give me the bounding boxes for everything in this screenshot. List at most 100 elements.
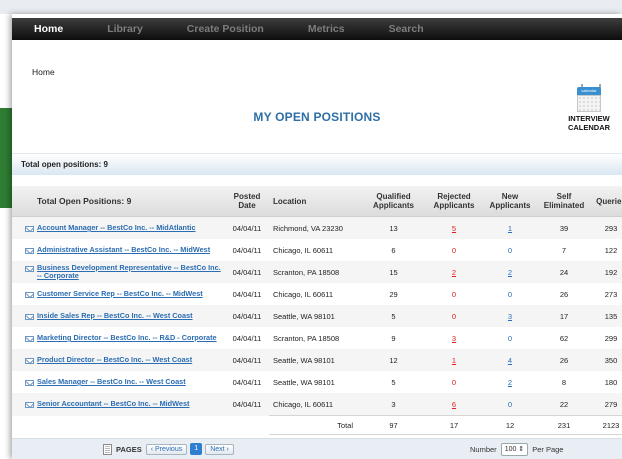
- self-eliminated-cell: 17: [538, 305, 590, 327]
- new-applicants-cell[interactable]: 4: [482, 349, 538, 371]
- totals-row: Total 97 17 12 231 2123: [12, 415, 622, 435]
- col-header-self-eliminated[interactable]: Self Eliminated: [538, 186, 590, 217]
- nav-metrics[interactable]: Metrics: [286, 18, 367, 40]
- new-applicants-cell[interactable]: 2: [482, 371, 538, 393]
- self-eliminated-cell: 62: [538, 327, 590, 349]
- posted-date-cell: 04/04/11: [225, 305, 269, 327]
- rejected-cell: 0: [426, 305, 482, 327]
- col-header-qualified[interactable]: Qualified Applicants: [361, 186, 426, 217]
- envelope-icon[interactable]: [25, 226, 34, 232]
- envelope-icon[interactable]: [25, 358, 34, 364]
- qualified-cell: 5: [361, 305, 426, 327]
- rejected-cell[interactable]: 2: [426, 261, 482, 283]
- total-queries: 2123: [590, 415, 622, 435]
- nav-create-position[interactable]: Create Position: [165, 18, 286, 40]
- location-cell: Seattle, WA 98101: [269, 371, 361, 393]
- interview-calendar-button[interactable]: calendar INTERVIEW CALENDAR: [564, 84, 614, 132]
- rejected-cell: 0: [426, 239, 482, 261]
- envelope-icon[interactable]: [25, 266, 34, 272]
- envelope-icon[interactable]: [25, 292, 34, 298]
- calendar-label-line2: CALENDAR: [567, 123, 611, 132]
- calendar-icon-header: calendar: [577, 87, 601, 95]
- col-header-new[interactable]: New Applicants: [482, 186, 538, 217]
- envelope-icon[interactable]: [25, 380, 34, 386]
- posted-date-cell: 04/04/11: [225, 283, 269, 305]
- col-header-text: Self: [556, 192, 572, 201]
- per-page-value: 100: [504, 446, 517, 453]
- position-link[interactable]: Senior Accountant -- BestCo Inc. -- MidW…: [37, 400, 189, 408]
- next-page-button[interactable]: Next ›: [205, 443, 234, 455]
- posted-date-cell: 04/04/11: [225, 371, 269, 393]
- nav-home[interactable]: Home: [12, 18, 85, 40]
- table-header-row: Total Open Positions: 9 Posted Date Locat…: [12, 186, 622, 217]
- new-applicants-cell: 0: [482, 283, 538, 305]
- col-header-positions: Total Open Positions: 9: [12, 186, 225, 217]
- total-self-eliminated: 231: [538, 415, 590, 435]
- location-cell: Richmond, VA 23230: [269, 216, 361, 239]
- col-header-rejected[interactable]: Rejected Applicants: [426, 186, 482, 217]
- self-eliminated-cell: 22: [538, 393, 590, 416]
- position-link[interactable]: Sales Manager -- BestCo Inc. -- West Coa…: [37, 378, 186, 386]
- envelope-icon[interactable]: [25, 336, 34, 342]
- self-eliminated-cell: 39: [538, 216, 590, 239]
- col-header-location[interactable]: Location: [269, 186, 361, 217]
- position-cell: Sales Manager -- BestCo Inc. -- West Coa…: [12, 371, 225, 393]
- envelope-icon[interactable]: [25, 402, 34, 409]
- envelope-icon[interactable]: [25, 314, 34, 320]
- position-link[interactable]: Account Manager -- BestCo Inc. -- MidAtl…: [37, 224, 196, 232]
- qualified-cell: 3: [361, 393, 426, 416]
- pages-icon: [103, 443, 112, 455]
- qualified-cell: 13: [361, 216, 426, 239]
- number-label: Number: [470, 445, 497, 454]
- table-row: Inside Sales Rep -- BestCo Inc. -- West …: [12, 305, 622, 327]
- col-header-text: Applicants: [373, 201, 414, 210]
- position-link[interactable]: Business Development Representative -- B…: [37, 264, 225, 280]
- pages-label: PAGES: [116, 444, 142, 454]
- open-positions-summary: Total open positions: 9: [12, 153, 622, 175]
- nav-library[interactable]: Library: [85, 18, 165, 40]
- col-header-text: Eliminated: [543, 201, 585, 210]
- position-cell: Marketing Director -- BestCo Inc. -- R&D…: [12, 327, 225, 349]
- envelope-icon[interactable]: [25, 248, 34, 254]
- self-eliminated-cell: 7: [538, 239, 590, 261]
- app-window: Home Library Create Position Metrics Sea…: [12, 14, 622, 459]
- table-row: Customer Service Rep -- BestCo Inc. -- M…: [12, 283, 622, 305]
- col-header-text: Applicants: [433, 201, 475, 210]
- col-header-text: New: [501, 192, 519, 201]
- new-applicants-cell[interactable]: 2: [482, 261, 538, 283]
- col-header-text: Date: [238, 201, 256, 210]
- col-header-text: Rejected: [437, 192, 471, 201]
- col-header-queries[interactable]: Queries: [590, 186, 622, 217]
- new-applicants-cell[interactable]: 3: [482, 305, 538, 327]
- new-applicants-cell: 0: [482, 239, 538, 261]
- green-side-accent: [0, 108, 12, 208]
- qualified-cell: 29: [361, 283, 426, 305]
- col-header-text: Qualified: [376, 192, 411, 201]
- current-page-indicator[interactable]: 1: [190, 443, 203, 455]
- previous-page-button[interactable]: ‹ Previous: [145, 443, 188, 455]
- rejected-cell: 0: [426, 371, 482, 393]
- col-header-posted-date[interactable]: Posted Date: [225, 186, 269, 217]
- calendar-icon: calendar: [577, 84, 601, 112]
- table-row: Sales Manager -- BestCo Inc. -- West Coa…: [12, 371, 622, 393]
- rejected-cell[interactable]: 1: [426, 349, 482, 371]
- qualified-cell: 5: [361, 371, 426, 393]
- qualified-cell: 9: [361, 327, 426, 349]
- rejected-cell[interactable]: 3: [426, 327, 482, 349]
- breadcrumb[interactable]: Home: [32, 67, 55, 77]
- pagination-bar: PAGES ‹ Previous 1 Next › Number 100 ⇕ P…: [12, 438, 622, 459]
- position-link[interactable]: Marketing Director -- BestCo Inc. -- R&D…: [37, 334, 217, 342]
- rejected-cell[interactable]: 5: [426, 216, 482, 239]
- posted-date-cell: 04/04/11: [225, 327, 269, 349]
- new-applicants-cell[interactable]: 1: [482, 216, 538, 239]
- qualified-cell: 6: [361, 239, 426, 261]
- qualified-cell: 12: [361, 349, 426, 371]
- position-link[interactable]: Product Director -- BestCo Inc. -- West …: [37, 356, 192, 364]
- per-page-select[interactable]: 100 ⇕: [500, 443, 529, 456]
- rejected-cell[interactable]: 6: [426, 393, 482, 416]
- nav-search[interactable]: Search: [367, 18, 446, 40]
- position-link[interactable]: Inside Sales Rep -- BestCo Inc. -- West …: [37, 312, 193, 320]
- position-link[interactable]: Customer Service Rep -- BestCo Inc. -- M…: [37, 290, 203, 298]
- table-row: Administrative Assistant -- BestCo Inc. …: [12, 239, 622, 261]
- position-link[interactable]: Administrative Assistant -- BestCo Inc. …: [37, 246, 210, 254]
